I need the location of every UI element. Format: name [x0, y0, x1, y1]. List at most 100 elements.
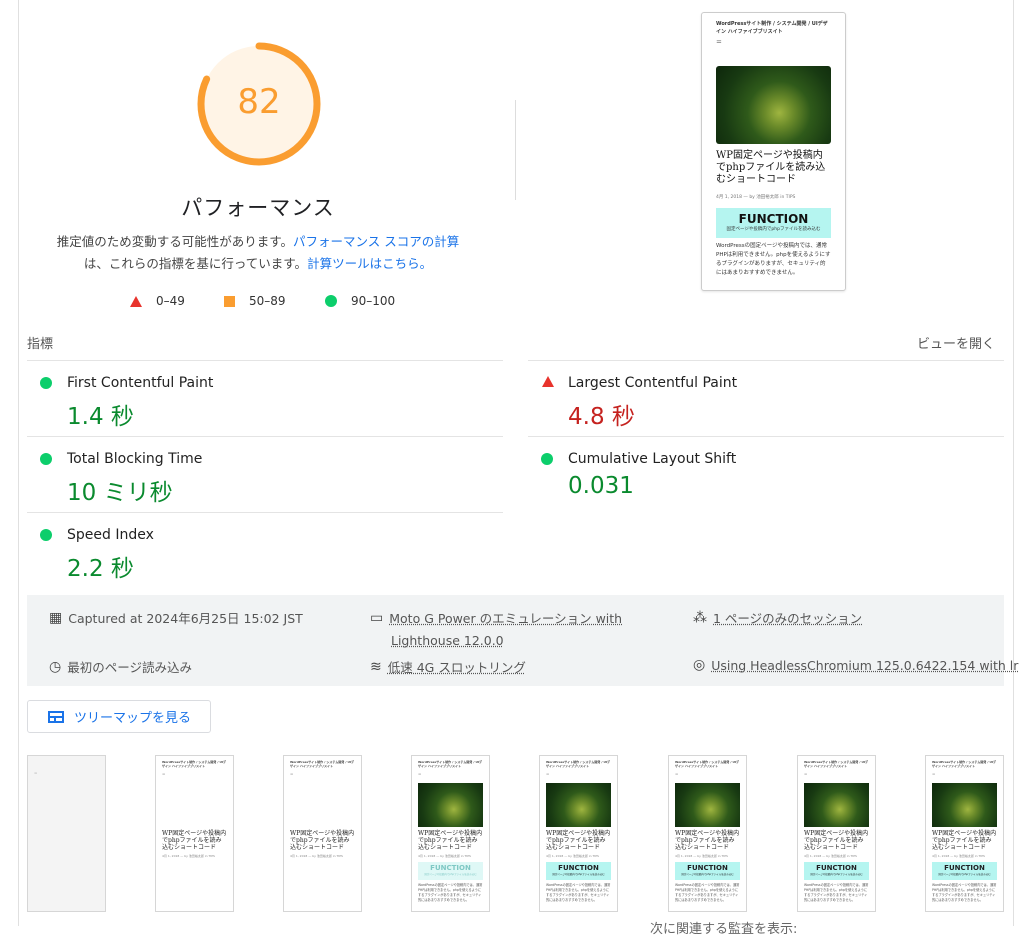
calculator-link[interactable]: 計算ツールはこちら。 [307, 256, 432, 271]
frame-function-sub: 固定ページや投稿内でphpファイルを読み込む [938, 873, 991, 876]
frame-post-title: WP固定ページや投稿内でphpファイルを読み込むショートコード [932, 830, 997, 851]
frame-site-title: WordPressサイト制作 / システム開発 / UIデザイン ハイファイブブ… [932, 760, 997, 768]
metric-fcp-value: 1.4 秒 [67, 404, 134, 430]
screenshot-menu-icon: = [716, 38, 722, 46]
frame-meta: 4月 1, 2018 — by 池田裕太郎 in TIPS [418, 854, 471, 858]
frame-forest-image [675, 783, 740, 827]
blank-frame: = [28, 756, 105, 911]
view-treemap-label: ツリーマップを見る [74, 711, 192, 726]
frame-image-placeholder [284, 779, 361, 827]
session-text[interactable]: 1 ページのみのセッション [713, 608, 862, 627]
frame-menu-icon: = [932, 771, 936, 776]
throttling-text[interactable]: 低速 4G スロットリング [388, 657, 526, 676]
description-text-1: 推定値のため変動する可能性があります。 [56, 234, 294, 249]
metrics-section-label: 指標 [27, 337, 54, 352]
view-treemap-button[interactable]: ツリーマップを見る [27, 700, 211, 733]
frame-post-title: WP固定ページや投稿内でphpファイルを読み込むショートコード [675, 830, 740, 851]
score-calc-link[interactable]: パフォーマンス スコアの計算 [293, 234, 459, 249]
final-screenshot[interactable]: WordPressサイト制作 / システム開発 / UIデザイン ハイファイブブ… [701, 12, 846, 291]
stopwatch-icon: ◷ [49, 658, 62, 675]
frame-function-banner: FUNCTION 固定ページや投稿内でphpファイルを読み込む [804, 862, 869, 880]
metric-si-value: 2.2 秒 [67, 556, 134, 582]
metric-tbt-value: 10 ミリ秒 [67, 480, 173, 506]
metric-si-name: Speed Index [67, 527, 154, 543]
frame-post-title: WP固定ページや投稿内でphpファイルを読み込むショートコード [804, 830, 869, 851]
frame-site-title: WordPressサイト制作 / システム開発 / UIデザイン ハイファイブブ… [418, 760, 483, 768]
frame-site-title: WordPressサイト制作 / システム開発 / UIデザイン ハイファイブブ… [804, 760, 869, 768]
screenshot-paragraph: WordPressの固定ページや投稿内では、通常PHPは利用できません。phpを… [716, 243, 831, 276]
frame-menu-icon: = [546, 771, 550, 776]
frame-paragraph: WordPressの固定ページや投稿内では、通常PHPは利用できません。phpを… [418, 883, 483, 902]
browser-text[interactable]: Using HeadlessChromium 125.0.6422.154 wi… [711, 658, 1018, 673]
screenshot-function-banner: FUNCTION 固定ページや投稿内でphpファイルを読み込む [716, 208, 831, 238]
browser-info[interactable]: ◎ Using HeadlessChromium 125.0.6422.154 … [693, 657, 1018, 673]
network-throttling[interactable]: ≋ 低速 4G スロットリング [370, 657, 526, 676]
device-emulation-cont[interactable]: Lighthouse 12.0.0 [391, 633, 504, 648]
metric-tbt-name: Total Blocking Time [67, 451, 203, 467]
view-toggle-button[interactable]: ビューを開く [917, 333, 995, 352]
metric-cls-name: Cumulative Layout Shift [568, 451, 737, 467]
frame-function-sub: 固定ページや投稿内でphpファイルを読み込む [552, 873, 605, 876]
filmstrip-frame-2: WordPressサイト制作 / システム開発 / UIデザイン ハイファイブブ… [155, 755, 234, 912]
device-emulation-line1[interactable]: Moto G Power のエミュレーション with [389, 608, 622, 627]
frame-post-title: WP固定ページや投稿内でphpファイルを読み込むショートコード [418, 830, 483, 851]
screenshot-post-title: WP固定ページや投稿内でphpファイルを読み込むショートコード [716, 150, 826, 185]
device-emulation-line2[interactable]: Lighthouse 12.0.0 [391, 633, 504, 648]
frame-meta: 4月 1, 2018 — by 池田裕太郎 in TIPS [932, 854, 985, 858]
frame-forest-image [546, 783, 611, 827]
frame-meta: 4月 1, 2018 — by 池田裕太郎 in TIPS [162, 854, 215, 858]
frame-function-heading: FUNCTION [430, 864, 471, 872]
description-text-2: は、これらの指標を基に行っています。 [83, 256, 308, 271]
frame-paragraph: WordPressの固定ページや投稿内では、通常PHPは利用できません。phpを… [932, 883, 997, 902]
legend-pass: 90–100 [325, 294, 395, 308]
square-icon [224, 295, 235, 307]
metric-fcp: First Contentful Paint 1.4 秒 [27, 360, 503, 436]
frame-function-heading: FUNCTION [816, 864, 857, 872]
frame-function-sub: 固定ページや投稿内でphpファイルを読み込む [810, 873, 863, 876]
frame-site-title: WordPressサイト制作 / システム開発 / UIデザイン ハイファイブブ… [162, 760, 227, 768]
screenshot-site-title: WordPressサイト制作 / システム開発 / UIデザイン ハイファイブブ… [716, 21, 828, 35]
legend-average-range: 50–89 [249, 294, 286, 308]
frame-paragraph: WordPressの固定ページや投稿内では、通常PHPは利用できません。phpを… [546, 883, 611, 902]
frame-paragraph: WordPressの固定ページや投稿内では、通常PHPは利用できません。phpを… [675, 883, 740, 902]
frame-site-title: WordPressサイト制作 / システム開発 / UIデザイン ハイファイブブ… [290, 760, 355, 768]
filmstrip-frame-8: WordPressサイト制作 / システム開発 / UIデザイン ハイファイブブ… [925, 755, 1004, 912]
device-emulation[interactable]: ▭ Moto G Power のエミュレーション with [370, 608, 622, 627]
triangle-icon [130, 295, 142, 307]
frame-paragraph: WordPressの固定ページや投稿内では、通常PHPは利用できません。phpを… [804, 883, 869, 902]
frame-meta: 4月 1, 2018 — by 池田裕太郎 in TIPS [290, 854, 343, 858]
legend-fail-range: 0–49 [156, 294, 185, 308]
legend-fail: 0–49 [130, 294, 185, 308]
page-load-text: 最初のページ読み込み [67, 660, 192, 675]
frame-forest-image [804, 783, 869, 827]
frame-meta: 4月 1, 2018 — by 池田裕太郎 in TIPS [675, 854, 728, 858]
calendar-icon: ▦ [49, 609, 63, 626]
frame-function-banner: FUNCTION 固定ページや投稿内でphpファイルを読み込む [418, 862, 483, 880]
frame-menu-icon: = [34, 770, 38, 775]
legend-average: 50–89 [224, 294, 286, 308]
metric-cls: Cumulative Layout Shift 0.031 [528, 436, 1004, 512]
circle-icon [325, 295, 337, 307]
metric-si: Speed Index 2.2 秒 [27, 512, 503, 588]
session-type[interactable]: ⁂ 1 ページのみのセッション [693, 608, 862, 627]
legend-pass-range: 90–100 [351, 294, 396, 308]
screenshot-forest-image [716, 66, 831, 144]
metric-fcp-name: First Contentful Paint [67, 375, 214, 391]
metric-lcp: Largest Contentful Paint 4.8 秒 [528, 360, 1004, 436]
frame-meta: 4月 1, 2018 — by 池田裕太郎 in TIPS [804, 854, 857, 858]
treemap-icon [48, 710, 64, 723]
filmstrip-frame-5: WordPressサイト制作 / システム開発 / UIデザイン ハイファイブブ… [539, 755, 618, 912]
filmstrip-frame-1: = [27, 755, 106, 912]
captured-at: ▦ Captured at 2024年6月25日 15:02 JST [49, 608, 303, 627]
frame-menu-icon: = [418, 771, 422, 776]
runtime-settings: ▦ Captured at 2024年6月25日 15:02 JST ▭ Mot… [27, 595, 1018, 686]
screenshot-function-sub: 固定ページや投稿内でphpファイルを読み込む [726, 227, 821, 232]
frame-function-banner: FUNCTION 固定ページや投稿内でphpファイルを読み込む [932, 862, 997, 880]
frame-function-banner: FUNCTION 固定ページや投稿内でphpファイルを読み込む [546, 862, 611, 880]
frame-forest-image [418, 783, 483, 827]
pass-circle-icon [40, 377, 52, 389]
frame-function-sub: 固定ページや投稿内でphpファイルを読み込む [424, 873, 477, 876]
frame-site-title: WordPressサイト制作 / システム開発 / UIデザイン ハイファイブブ… [546, 760, 611, 768]
frame-image-placeholder [156, 779, 233, 827]
chrome-icon: ◎ [693, 657, 706, 673]
